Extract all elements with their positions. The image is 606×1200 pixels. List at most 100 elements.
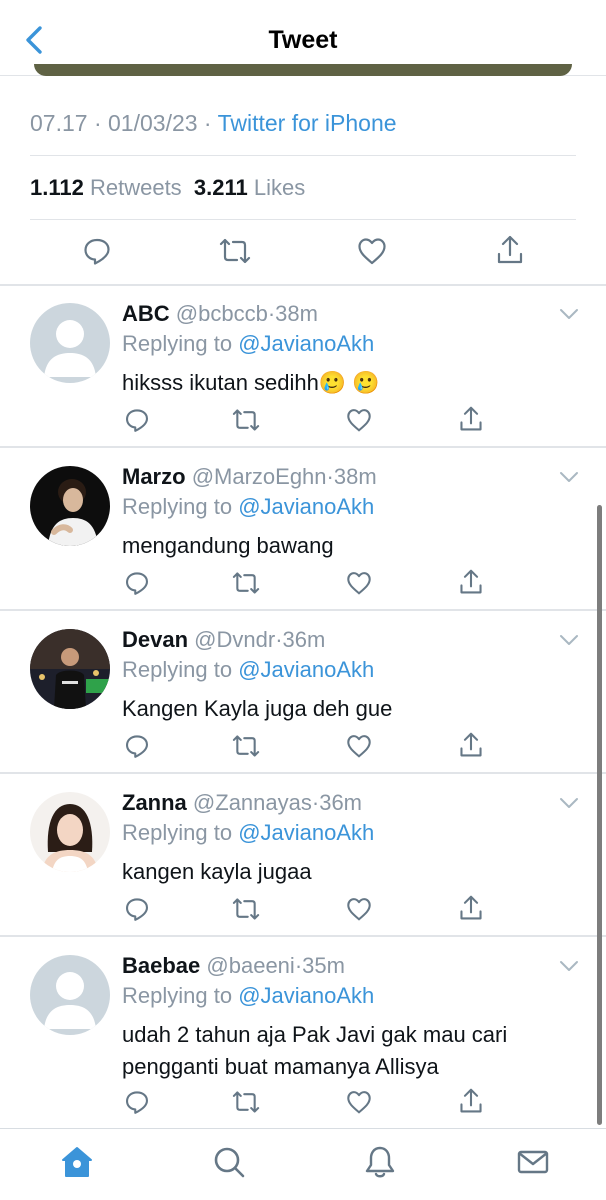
share-icon[interactable] <box>458 405 484 433</box>
tweet-date: 01/03/23 <box>108 110 198 136</box>
replying-to-label: Replying to <box>122 657 233 682</box>
tweet-source-link[interactable]: Twitter for iPhone <box>218 110 397 136</box>
retweet-icon[interactable] <box>232 896 260 922</box>
replying-to-line: Replying to @JavianoAkh <box>122 657 374 683</box>
reply-author-name[interactable]: Baebae <box>122 953 200 978</box>
retweet-icon[interactable] <box>219 236 251 266</box>
avatar[interactable] <box>30 629 110 709</box>
retweet-icon[interactable] <box>232 407 260 433</box>
reply-author-handle: @Zannayas <box>192 790 312 815</box>
notifications-icon[interactable] <box>364 1145 396 1179</box>
reply-text: kangen kayla jugaa <box>122 859 312 884</box>
share-icon[interactable] <box>458 731 484 759</box>
reply-header: Baebae @baeeni·35m <box>122 953 345 978</box>
share-icon[interactable] <box>495 234 525 266</box>
reply-header: Marzo @MarzoEghn·38m <box>122 464 377 489</box>
reply-icon[interactable] <box>82 236 112 266</box>
share-icon[interactable] <box>458 894 484 922</box>
like-icon[interactable] <box>346 1090 372 1114</box>
reply-time: 38m <box>275 301 318 326</box>
page-title: Tweet <box>268 26 338 54</box>
tweet-stats: 1.112 Retweets 3.211 Likes <box>30 175 305 201</box>
top-nav-bar: Tweet <box>0 0 606 76</box>
reply-header: ABC @bcbccb·38m <box>122 301 318 326</box>
tweet-media-bottom-edge[interactable] <box>34 64 572 76</box>
divider <box>30 155 576 156</box>
chevron-down-icon[interactable] <box>558 633 580 647</box>
replying-to-label: Replying to <box>122 820 233 845</box>
like-icon[interactable] <box>346 897 372 921</box>
retweets-stat[interactable]: 1.112 Retweets <box>30 175 182 200</box>
divider <box>30 219 576 220</box>
tweet-time: 07.17 <box>30 110 88 136</box>
reply-author-name[interactable]: Marzo <box>122 464 186 489</box>
avatar[interactable] <box>30 303 110 383</box>
avatar[interactable] <box>30 955 110 1035</box>
chevron-down-icon[interactable] <box>558 470 580 484</box>
replying-to-label: Replying to <box>122 494 233 519</box>
reply-text: udah 2 tahun aja Pak Javi gak mau cari p… <box>122 1022 508 1079</box>
avatar[interactable] <box>30 792 110 872</box>
reply-author-handle: @MarzoEghn <box>191 464 327 489</box>
retweets-label: Retweets <box>89 175 182 200</box>
search-icon[interactable] <box>212 1145 246 1179</box>
replying-to-line: Replying to @JavianoAkh <box>122 820 374 846</box>
messages-icon[interactable] <box>516 1145 550 1179</box>
avatar[interactable] <box>30 466 110 546</box>
replying-to-mention[interactable]: @JavianoAkh <box>238 983 374 1008</box>
reply-icon[interactable] <box>124 1089 150 1115</box>
reply-tweet[interactable]: Zanna @Zannayas·36m Replying to @Javiano… <box>0 774 606 935</box>
likes-stat[interactable]: 3.211 Likes <box>194 175 305 200</box>
reply-header: Zanna @Zannayas·36m <box>122 790 362 815</box>
chevron-down-icon[interactable] <box>558 796 580 810</box>
reply-author-handle: @baeeni <box>206 953 295 978</box>
likes-count: 3.211 <box>193 175 248 200</box>
reply-tweet[interactable]: Devan @Dvndr·36m Replying to @JavianoAkh… <box>0 611 606 772</box>
reply-author-name[interactable]: Zanna <box>122 790 187 815</box>
replying-to-mention[interactable]: @JavianoAkh <box>238 331 374 356</box>
reply-author-handle: @bcbccb <box>175 301 268 326</box>
replying-to-mention[interactable]: @JavianoAkh <box>238 657 374 682</box>
replying-to-mention[interactable]: @JavianoAkh <box>238 494 374 519</box>
replying-to-line: Replying to @JavianoAkh <box>122 331 374 357</box>
share-icon[interactable] <box>458 568 484 596</box>
tweet-timestamp: 07.17 · 01/03/23 · Twitter for iPhone <box>30 110 397 136</box>
profile-photo <box>30 466 110 546</box>
reply-tweet[interactable]: ABC @bcbccb·38m Replying to @JavianoAkh … <box>0 285 606 446</box>
replying-to-mention[interactable]: @JavianoAkh <box>238 820 374 845</box>
reply-header: Devan @Dvndr·36m <box>122 627 326 652</box>
chevron-down-icon[interactable] <box>558 959 580 973</box>
reply-icon[interactable] <box>124 896 150 922</box>
reply-icon[interactable] <box>124 570 150 596</box>
like-icon[interactable] <box>346 734 372 758</box>
replying-to-line: Replying to @JavianoAkh <box>122 494 374 520</box>
reply-author-handle: @Dvndr <box>194 627 276 652</box>
reply-text: Kangen Kayla juga deh gue <box>122 696 393 721</box>
reply-author-name[interactable]: ABC <box>122 301 170 326</box>
replying-to-label: Replying to <box>122 331 233 356</box>
reply-text: mengandung bawang <box>122 533 334 558</box>
reply-author-name[interactable]: Devan <box>122 627 188 652</box>
reply-tweet[interactable]: Baebae @baeeni·35m Replying to @JavianoA… <box>0 937 606 1127</box>
reply-time: 38m <box>333 464 377 489</box>
like-icon[interactable] <box>346 408 372 432</box>
home-icon[interactable] <box>60 1145 94 1179</box>
reply-icon[interactable] <box>124 407 150 433</box>
default-avatar-icon <box>30 303 110 383</box>
profile-photo <box>30 792 110 872</box>
replying-to-label: Replying to <box>122 983 233 1008</box>
retweet-icon[interactable] <box>232 1089 260 1115</box>
share-icon[interactable] <box>458 1087 484 1115</box>
reply-text: hiksss ikutan sedihh🥲 🥲 <box>122 370 380 395</box>
chevron-down-icon[interactable] <box>558 307 580 321</box>
reply-icon[interactable] <box>124 733 150 759</box>
like-icon[interactable] <box>346 571 372 595</box>
scrollbar[interactable] <box>597 505 602 1125</box>
retweet-icon[interactable] <box>232 733 260 759</box>
like-icon[interactable] <box>357 237 387 265</box>
bottom-tab-bar <box>0 1128 606 1200</box>
retweet-icon[interactable] <box>232 570 260 596</box>
likes-label: Likes <box>253 175 306 200</box>
reply-tweet[interactable]: Marzo @MarzoEghn·38m Replying to @Javian… <box>0 448 606 609</box>
reply-time: 36m <box>319 790 362 815</box>
